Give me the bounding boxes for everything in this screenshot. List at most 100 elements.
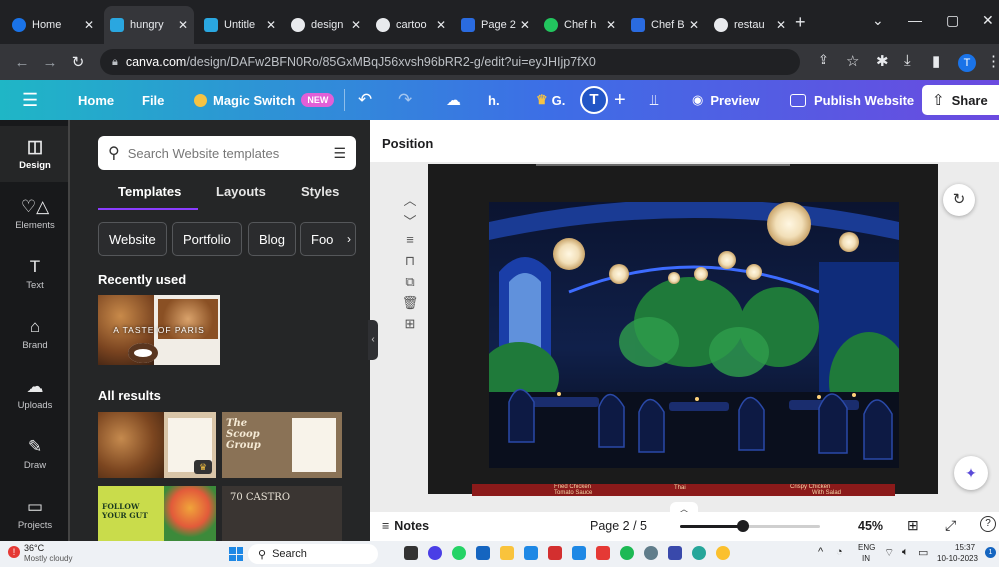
chevron-down-icon[interactable]: ﹀	[398, 211, 422, 232]
close-tab-icon[interactable]: ✕	[432, 18, 446, 32]
browser-tab[interactable]: restau ✕	[708, 6, 792, 44]
tray-chevron-icon[interactable]: ^	[818, 546, 823, 558]
file-explorer-icon[interactable]	[500, 546, 514, 560]
template-result-castro[interactable]: 70 CASTRO	[222, 486, 342, 541]
app-icon-m[interactable]	[548, 546, 562, 560]
close-tab-icon[interactable]: ✕	[262, 18, 276, 32]
magic-assistant-button[interactable]: ✦	[954, 456, 988, 490]
browser-tab[interactable]: Chef h ✕	[538, 6, 622, 44]
app-icon-o[interactable]	[572, 546, 586, 560]
collapse-panel-handle[interactable]: ‹	[368, 320, 378, 360]
rail-item-projects[interactable]: ▭ Projects	[0, 486, 70, 542]
share-button[interactable]: ⇧ Share	[922, 85, 999, 115]
brand-kit-button[interactable]: ♛ G.	[536, 80, 565, 120]
filter-chip-blog[interactable]: Blog	[248, 222, 297, 256]
language-bottom[interactable]: IN	[862, 554, 870, 563]
browser-tab[interactable]: Home ✕	[6, 6, 100, 44]
add-collaborator-icon[interactable]: +	[614, 80, 626, 120]
clock-time[interactable]: 15:37	[955, 543, 975, 552]
add-page-icon[interactable]: ⊞	[398, 316, 422, 337]
clock-date[interactable]: 10-10-2023	[937, 554, 978, 563]
tab-styles[interactable]: Styles	[301, 184, 339, 199]
chevron-right-icon[interactable]: ›	[347, 232, 351, 246]
fullscreen-icon[interactable]: ⤢	[945, 517, 956, 534]
page-notes-icon[interactable]: ≡	[398, 232, 422, 253]
weather-temperature[interactable]: 36°C	[24, 543, 44, 553]
template-result-gut[interactable]: FOLLOW YOUR GUT	[98, 486, 216, 541]
collaborator-avatar[interactable]: T	[580, 80, 608, 120]
rail-item-design[interactable]: ◫ Design	[0, 126, 70, 182]
grid-view-icon[interactable]: ⊞	[907, 517, 919, 534]
refresh-plus-button[interactable]: ↻	[943, 184, 975, 216]
tab-templates[interactable]: Templates	[118, 184, 181, 199]
file-button[interactable]: File	[142, 80, 164, 120]
position-button[interactable]: Position	[382, 136, 433, 151]
help-icon[interactable]: ?	[980, 516, 996, 532]
rail-item-uploads[interactable]: ☁ Uploads	[0, 366, 70, 422]
zoom-value[interactable]: 45%	[858, 519, 883, 533]
close-tab-icon[interactable]: ✕	[685, 18, 699, 32]
task-view-icon[interactable]	[404, 546, 418, 560]
windows-start-icon[interactable]	[229, 547, 243, 561]
page-indicator[interactable]: Page 2 / 5	[590, 519, 647, 533]
spotify-icon[interactable]	[620, 546, 634, 560]
store-icon[interactable]	[476, 546, 490, 560]
filter-chip-website[interactable]: Website	[98, 222, 167, 256]
url-field[interactable]: 🔒︎ canva.com /design/DAFw2BFN0Ro/85GxMBq…	[100, 49, 800, 75]
template-result-bakery[interactable]: ♛	[98, 412, 216, 478]
home-button[interactable]: Home	[78, 80, 114, 120]
browser-tab[interactable]: cartoo ✕	[370, 6, 452, 44]
notepad-icon[interactable]	[668, 546, 682, 560]
tab-search-chevron-icon[interactable]: ⌄	[872, 12, 884, 29]
download-icon[interactable]: ⤓	[904, 52, 911, 69]
settings-gear-icon[interactable]	[644, 546, 658, 560]
browser-tab-active[interactable]: hungry ✕	[104, 6, 194, 44]
undo-icon[interactable]: ↶	[358, 80, 372, 120]
redo-icon[interactable]: ↷	[398, 80, 412, 120]
media-player-icon[interactable]	[596, 546, 610, 560]
share-page-icon[interactable]: ⇪	[818, 52, 829, 68]
volume-icon[interactable]: 🔈︎	[902, 546, 909, 559]
chrome-icon[interactable]	[716, 546, 730, 560]
chevron-up-icon[interactable]: ︿	[398, 190, 422, 211]
restore-icon[interactable]: ▢	[946, 12, 959, 29]
zoom-slider-knob[interactable]	[737, 520, 749, 532]
wifi-icon[interactable]: ⌔	[884, 546, 894, 560]
bookmark-star-icon[interactable]: ☆	[846, 52, 859, 70]
close-tab-icon[interactable]: ✕	[602, 18, 616, 32]
close-tab-icon[interactable]: ✕	[772, 18, 786, 32]
duplicate-page-icon[interactable]: ⧉	[398, 274, 422, 295]
whatsapp-icon[interactable]	[452, 546, 466, 560]
filter-chip-food[interactable]: Foo ›	[300, 222, 356, 256]
tray-network-icon[interactable]: ◔	[836, 546, 843, 558]
analytics-icon[interactable]: ⫫	[650, 80, 658, 120]
profile-avatar[interactable]: T	[958, 54, 976, 72]
menu-strip[interactable]: Fried Chicken Tomato Sauce Thai Crispy C…	[472, 484, 895, 496]
template-result-scoop[interactable]: The Scoop Group	[222, 412, 342, 478]
h-tool-button[interactable]: h.	[488, 80, 500, 120]
weather-alert-icon[interactable]: !	[8, 546, 20, 558]
zoom-slider[interactable]	[680, 520, 820, 532]
weather-condition[interactable]: Mostly cloudy	[24, 554, 72, 563]
close-tab-icon[interactable]: ✕	[516, 18, 530, 32]
template-search-input[interactable]	[127, 145, 318, 161]
app-icon-l[interactable]	[524, 546, 538, 560]
forward-icon[interactable]: →	[36, 54, 64, 71]
lock-page-icon[interactable]: ⊓	[398, 253, 422, 274]
close-tab-icon[interactable]: ✕	[80, 18, 94, 32]
browser-tab[interactable]: Chef B ✕	[625, 6, 705, 44]
template-search-box[interactable]: ⚲ ☰	[98, 136, 356, 170]
new-tab-icon[interactable]: +	[795, 12, 806, 33]
preview-button[interactable]: ◉ Preview	[692, 80, 760, 120]
magic-switch-button[interactable]: Magic Switch NEW	[194, 80, 335, 120]
tab-layouts[interactable]: Layouts	[216, 184, 266, 199]
restaurant-photo[interactable]	[489, 202, 899, 468]
app-icon-teal[interactable]	[692, 546, 706, 560]
close-window-icon[interactable]: ✕	[982, 12, 994, 29]
battery-icon[interactable]: ▭	[918, 546, 928, 559]
browser-tab[interactable]: Untitle ✕	[198, 6, 282, 44]
rail-item-draw[interactable]: ✎ Draw	[0, 426, 70, 482]
notes-button[interactable]: ≡ Notes	[382, 519, 429, 533]
extensions-puzzle-icon[interactable]: ✱	[876, 52, 889, 70]
taskbar-search[interactable]: ⚲ Search	[248, 544, 378, 564]
